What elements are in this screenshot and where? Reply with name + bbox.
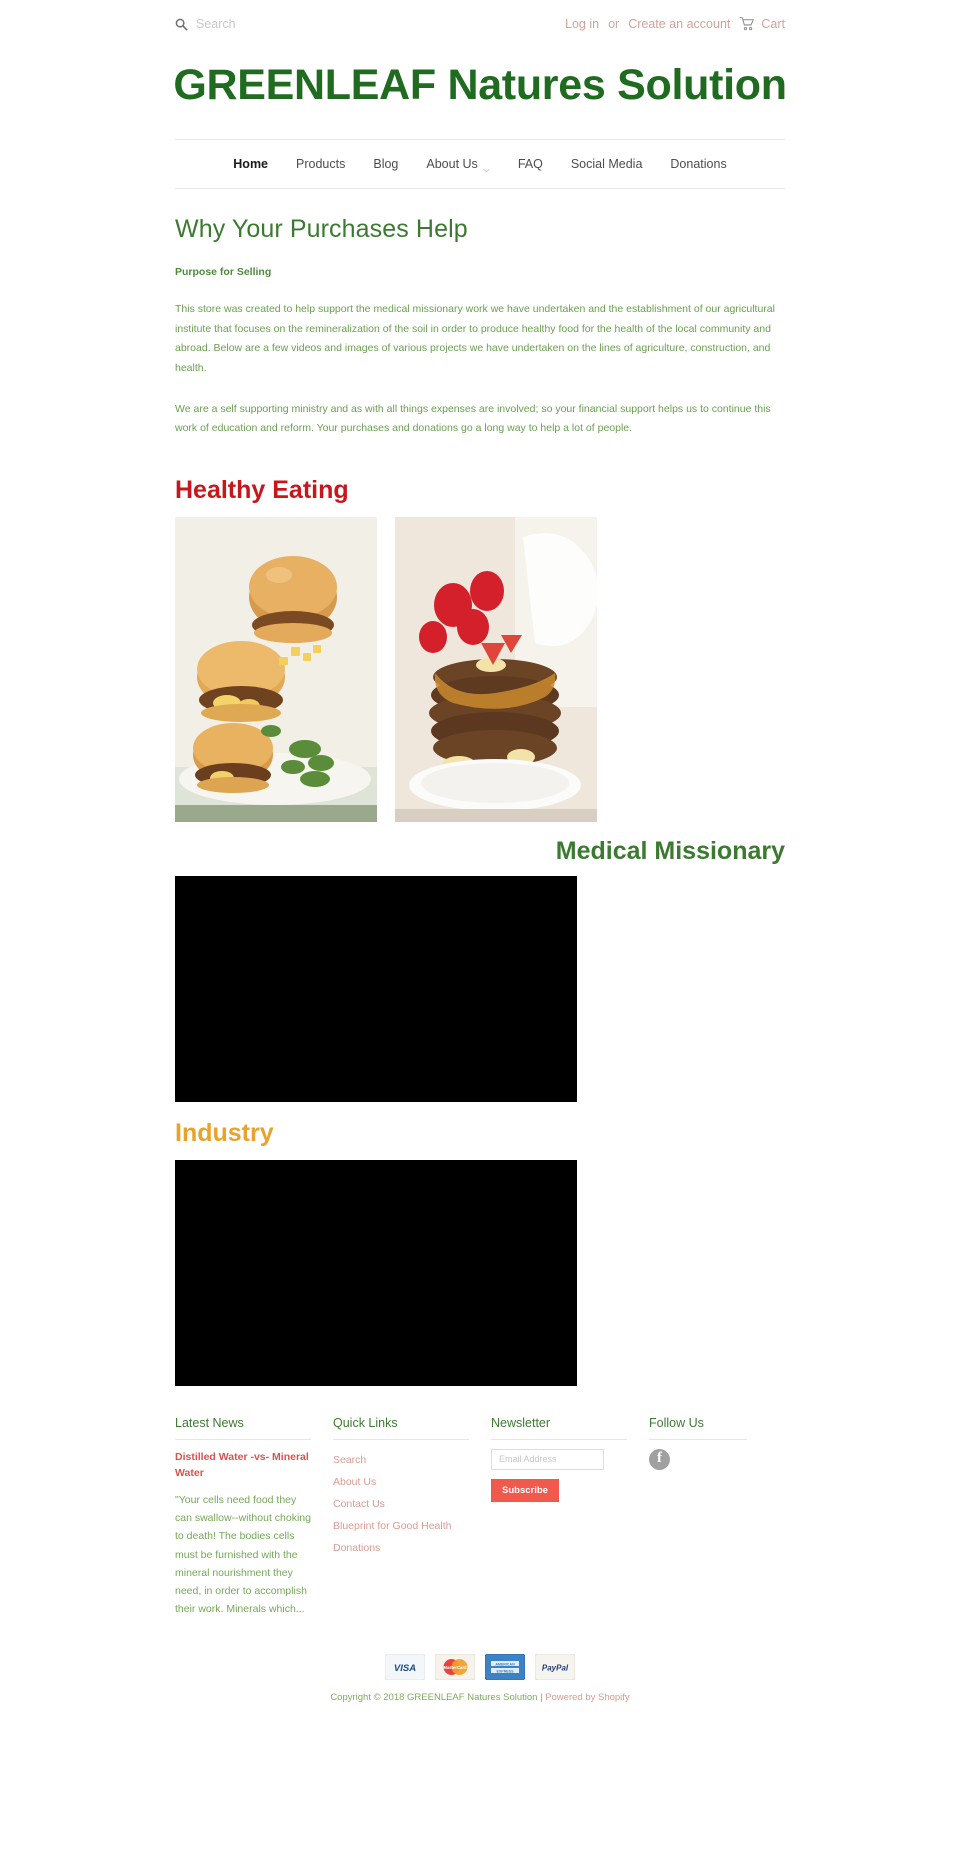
footer-column-latest-news: Latest News Distilled Water -vs- Mineral…	[175, 1416, 333, 1618]
create-account-link[interactable]: Create an account	[628, 17, 730, 31]
footer-column-newsletter: Newsletter Subscribe	[491, 1416, 649, 1618]
login-link[interactable]: Log in	[565, 17, 599, 31]
nav-label: About Us	[426, 157, 478, 172]
nav-label: Donations	[670, 157, 727, 172]
powered-by-shopify-link[interactable]: Powered by Shopify	[545, 1692, 630, 1703]
page-root: Log in or Create an account Cart GREENLE…	[0, 0, 960, 1721]
nav-item-products[interactable]: Products	[296, 157, 345, 171]
nav-item-blog[interactable]: Blog	[373, 157, 398, 171]
purpose-heading: Purpose for Selling	[175, 266, 272, 279]
quick-link-blueprint-for-good-health[interactable]: Blueprint for Good Health	[333, 1515, 469, 1537]
nav-item-social-media[interactable]: Social Media	[571, 157, 643, 171]
cart-label: Cart	[761, 17, 785, 31]
svg-text:VISA: VISA	[394, 1663, 416, 1674]
healthy-eating-images	[175, 516, 785, 822]
account-links: Log in or Create an account Cart	[565, 17, 785, 31]
payment-methods: VISA MasterCard AMERICAN EXPRESS PayPal	[175, 1653, 785, 1681]
latest-news-heading: Latest News	[175, 1416, 311, 1440]
chevron-down-icon	[483, 162, 490, 173]
follow-us-heading: Follow Us	[649, 1416, 747, 1440]
utility-bar: Log in or Create an account Cart	[175, 0, 785, 40]
section-heading-industry: Industry	[175, 1118, 274, 1147]
nav-item-about-us[interactable]: About Us	[426, 157, 490, 173]
or-separator: or	[608, 17, 620, 31]
video-player-industry[interactable]	[175, 1159, 577, 1386]
quick-link-contact-us[interactable]: Contact Us	[333, 1493, 469, 1515]
subscribe-button[interactable]: Subscribe	[491, 1478, 559, 1502]
page-title: Why Your Purchases Help	[175, 215, 468, 244]
cart-link[interactable]: Cart	[739, 17, 785, 31]
main-content: Why Your Purchases Help Purpose for Sell…	[175, 189, 785, 1386]
bottom-bar: VISA MasterCard AMERICAN EXPRESS PayPal C…	[175, 1618, 785, 1721]
quick-link-donations[interactable]: Donations	[333, 1537, 469, 1559]
newsletter-heading: Newsletter	[491, 1416, 627, 1440]
svg-text:PayPal: PayPal	[542, 1663, 569, 1672]
nav-item-faq[interactable]: FAQ	[518, 157, 543, 171]
nav-label: Products	[296, 157, 346, 172]
svg-text:MasterCard: MasterCard	[443, 1665, 466, 1670]
footer-column-quick-links: Quick Links Search About Us Contact Us B…	[333, 1416, 491, 1618]
paragraph-1: This store was created to help support t…	[175, 303, 775, 374]
paragraph-2: We are a self supporting ministry and as…	[175, 402, 771, 435]
site-title: GREENLEAF Natures Solution	[173, 61, 787, 109]
footer-column-follow-us: Follow Us f	[649, 1416, 769, 1618]
video-player-medical-missionary[interactable]	[175, 875, 577, 1102]
food-image-burgers	[175, 516, 377, 822]
latest-news-excerpt: "Your cells need food they can swallow--…	[175, 1494, 311, 1615]
quick-link-search[interactable]: Search	[333, 1449, 469, 1471]
section-heading-healthy-eating: Healthy Eating	[175, 475, 349, 504]
nav-label: FAQ	[517, 157, 543, 172]
facebook-icon[interactable]: f	[649, 1448, 670, 1470]
food-image-pancakes	[395, 516, 599, 822]
visa-icon: VISA	[384, 1653, 426, 1681]
copyright-label: Copyright © 2018 GREENLEAF Natures Solut…	[330, 1691, 546, 1703]
nav-label: Home	[233, 157, 269, 172]
shopping-cart-icon	[739, 17, 755, 31]
mastercard-icon: MasterCard	[434, 1653, 476, 1681]
search-icon	[175, 18, 188, 31]
nav-label: Social Media	[570, 157, 643, 172]
nav-label: Blog	[373, 157, 399, 172]
svg-text:EXPRESS: EXPRESS	[497, 1669, 515, 1673]
search-box[interactable]	[175, 17, 396, 31]
newsletter-email-input[interactable]	[491, 1448, 604, 1470]
main-navigation: Home Products Blog About Us FAQ Social M…	[175, 140, 785, 188]
section-heading-medical-missionary: Medical Missionary	[555, 836, 785, 865]
latest-news-article-link[interactable]: Distilled Water -vs- Mineral Water	[175, 1449, 311, 1482]
nav-item-donations[interactable]: Donations	[670, 157, 726, 171]
site-footer: Latest News Distilled Water -vs- Mineral…	[175, 1386, 785, 1618]
svg-text:AMERICAN: AMERICAN	[495, 1662, 515, 1666]
paypal-icon: PayPal	[534, 1653, 576, 1681]
american-express-icon: AMERICAN EXPRESS	[484, 1653, 526, 1681]
quick-link-about-us[interactable]: About Us	[333, 1471, 469, 1493]
nav-item-home[interactable]: Home	[233, 157, 268, 171]
search-input[interactable]	[196, 17, 396, 31]
quick-links-heading: Quick Links	[333, 1416, 469, 1440]
copyright-text: Copyright © 2018 GREENLEAF Natures Solut…	[175, 1692, 785, 1703]
